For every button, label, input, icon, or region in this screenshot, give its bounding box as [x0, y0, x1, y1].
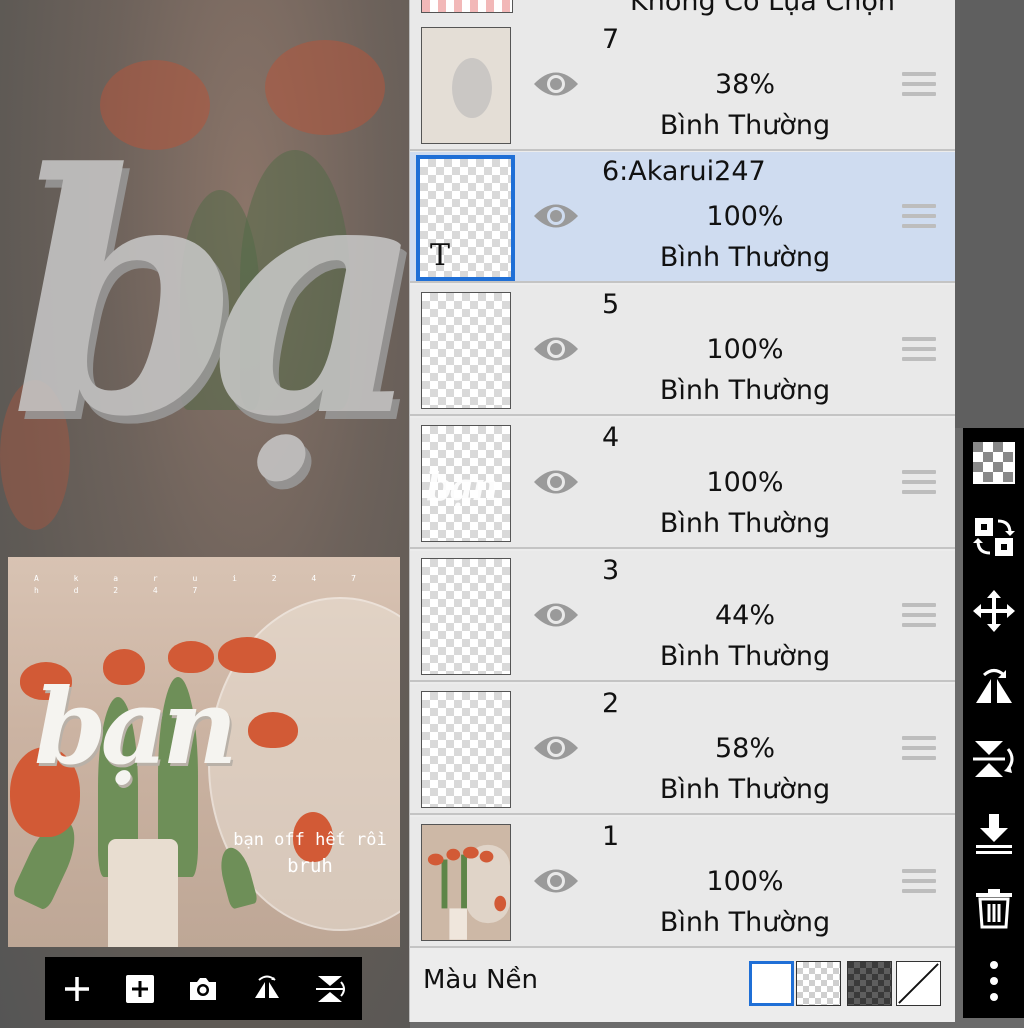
layer-name: 7 — [602, 24, 620, 55]
background-swatch-white[interactable] — [749, 961, 794, 1006]
flip-horizontal-icon[interactable] — [971, 664, 1017, 710]
layer-opacity: 100% — [706, 467, 784, 498]
layer-name: 5 — [602, 289, 620, 320]
layer-blend-mode: Bình Thường — [659, 907, 831, 938]
layer-thumbnail: T — [416, 155, 515, 281]
layer-blend-mode: Bình Thường — [659, 110, 831, 141]
layer-thumbnail-text: bạn — [426, 464, 499, 509]
selection-thumbnail — [421, 0, 513, 13]
layer-row-selection[interactable]: Không Có Lựa Chọn — [410, 0, 955, 22]
layer-opacity: 38% — [714, 69, 775, 100]
background-swatch-dark-checker[interactable] — [847, 961, 892, 1006]
preview-flower — [248, 712, 298, 748]
layer-name: 1 — [602, 821, 620, 852]
layer-row-1[interactable]: 1 100% Bình Thường — [410, 817, 955, 948]
drag-handle-icon[interactable] — [902, 470, 936, 500]
merge-down-icon[interactable] — [971, 810, 1017, 856]
canvas-bottom-toolbar — [45, 957, 362, 1020]
layer-row-4[interactable]: bạn 4 100% Bình Thường — [410, 418, 955, 549]
flip-vertical-icon[interactable] — [310, 969, 350, 1009]
layer-opacity: 100% — [706, 866, 784, 897]
drag-handle-icon[interactable] — [902, 603, 936, 633]
layer-row-7[interactable]: 7 38% Bình Thường — [410, 20, 955, 151]
layer-blend-mode: Bình Thường — [659, 242, 831, 273]
layer-blend-mode: Bình Thường — [659, 774, 831, 805]
layer-blend-mode: Bình Thường — [659, 641, 831, 672]
eye-icon[interactable] — [532, 864, 580, 898]
layer-thumbnail — [421, 824, 511, 941]
layer-opacity: 100% — [706, 201, 784, 232]
text-layer-icon: T — [430, 238, 451, 273]
layer-row-2[interactable]: 2 58% Bình Thường — [410, 684, 955, 815]
layer-blend-mode: Bình Thường — [659, 375, 831, 406]
navigator-preview[interactable]: A k a r u i 2 4 7 h d 2 4 7 bạn bạn off … — [8, 557, 400, 947]
layer-row-5[interactable]: 5 100% Bình Thường — [410, 285, 955, 416]
more-icon[interactable] — [971, 958, 1017, 1004]
canvas-text-large: bạ — [10, 101, 425, 489]
layer-name: 4 — [602, 422, 620, 453]
eye-icon[interactable] — [532, 67, 580, 101]
layer-opacity: 44% — [714, 600, 775, 631]
layer-row-6[interactable]: T 6:Akarui247 100% Bình Thường — [410, 152, 955, 283]
layer-tools-toolbar — [963, 428, 1024, 1018]
flip-horizontal-icon[interactable] — [247, 969, 287, 1009]
layer-name: 2 — [602, 688, 620, 719]
layer-thumbnail — [421, 558, 511, 675]
eye-icon[interactable] — [532, 199, 580, 233]
layer-name: 3 — [602, 555, 620, 586]
preview-title-word: bạn — [34, 665, 238, 788]
eye-icon[interactable] — [532, 465, 580, 499]
trash-icon[interactable] — [971, 884, 1017, 930]
drag-handle-icon[interactable] — [902, 204, 936, 234]
background-color-label: Màu Nền — [423, 965, 539, 995]
eye-icon[interactable] — [532, 598, 580, 632]
selection-label: Không Có Lựa Chọn — [630, 0, 896, 17]
preview-watermark: A k a r u i 2 4 7 h d 2 4 7 — [34, 574, 371, 595]
preview-vase — [108, 839, 178, 947]
layer-thumbnail — [421, 691, 511, 808]
layer-thumbnail — [421, 27, 511, 144]
layer-thumbnail: bạn — [421, 425, 511, 542]
move-icon[interactable] — [971, 588, 1017, 634]
eye-icon[interactable] — [532, 332, 580, 366]
background-swatch-none[interactable] — [896, 961, 941, 1006]
camera-icon[interactable] — [183, 969, 223, 1009]
layers-panel: Không Có Lựa Chọn 7 38% Bình Thường T 6:… — [409, 0, 955, 1022]
layer-opacity: 58% — [714, 733, 775, 764]
layer-thumbnail — [421, 292, 511, 409]
eye-icon[interactable] — [532, 731, 580, 765]
transparency-icon[interactable] — [971, 440, 1017, 486]
preview-caption: bạn off hết rồi bruh — [233, 830, 387, 877]
drag-handle-icon[interactable] — [902, 736, 936, 766]
drag-handle-icon[interactable] — [902, 869, 936, 899]
layer-name: 6:Akarui247 — [602, 156, 766, 187]
right-panel-gap — [955, 0, 1024, 428]
background-swatch-transparent[interactable] — [796, 961, 841, 1006]
add-icon[interactable] — [57, 969, 97, 1009]
layer-opacity: 100% — [706, 334, 784, 365]
drag-handle-icon[interactable] — [902, 337, 936, 367]
layer-row-3[interactable]: 3 44% Bình Thường — [410, 551, 955, 682]
drag-handle-icon[interactable] — [902, 72, 936, 102]
background-color-row: Màu Nền — [410, 951, 955, 1022]
add-layer-icon[interactable] — [120, 969, 160, 1009]
swap-layer-icon[interactable] — [971, 514, 1017, 560]
layer-blend-mode: Bình Thường — [659, 508, 831, 539]
flip-vertical-icon[interactable] — [971, 736, 1017, 782]
